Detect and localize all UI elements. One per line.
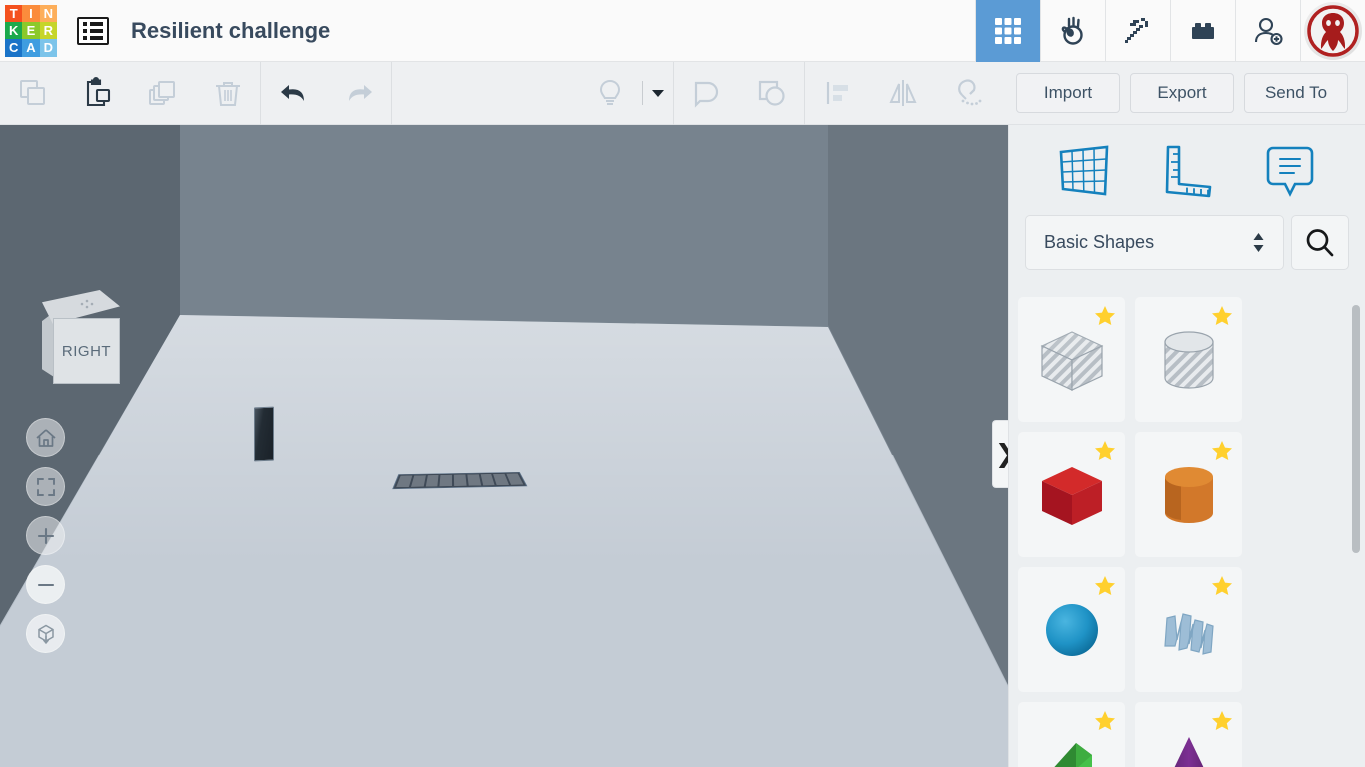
favorite-star-icon	[1095, 441, 1115, 460]
shape-hole-cylinder-thumbnail	[1149, 320, 1229, 400]
note-callout-icon[interactable]	[1250, 136, 1330, 206]
shapes-scroll-area[interactable]	[1009, 297, 1365, 767]
zoom-out-button[interactable]	[26, 565, 65, 604]
favorite-star-icon	[1212, 711, 1232, 730]
favorite-star-icon	[1212, 576, 1232, 595]
shape-cylinder-thumbnail	[1149, 455, 1229, 535]
workplane-grid-icon[interactable]	[1044, 136, 1124, 206]
minecraft-pickaxe-icon[interactable]	[1105, 0, 1170, 62]
chevron-updown-icon	[1252, 232, 1265, 253]
circuits-hand-icon[interactable]	[1040, 0, 1105, 62]
logo-tile-d: D	[39, 39, 57, 57]
logo-tile-r: R	[39, 21, 57, 40]
transform-group	[805, 62, 1000, 125]
group-shapes-icon[interactable]	[674, 62, 739, 125]
copy-button[interactable]	[0, 62, 65, 125]
scene-object-grate[interactable]	[392, 471, 528, 490]
favorite-star-icon	[1095, 711, 1115, 730]
logo-tile-c: C	[5, 39, 23, 57]
align-icon[interactable]	[805, 62, 870, 125]
shape-hole-cylinder[interactable]	[1135, 297, 1242, 422]
view-cube-front-face[interactable]: RIGHT	[53, 318, 120, 384]
ruler-icon[interactable]	[1147, 136, 1227, 206]
projection-toggle-button[interactable]	[26, 614, 65, 653]
clipboard-group	[0, 62, 260, 125]
history-group	[261, 62, 391, 125]
shapes-panel: Basic Shapes	[1008, 125, 1365, 767]
logo-tile-t: T	[5, 4, 23, 22]
favorite-star-icon	[1095, 306, 1115, 325]
zoom-in-button[interactable]	[26, 516, 65, 555]
shape-sphere-thumbnail	[1032, 590, 1112, 670]
favorite-star-icon	[1212, 306, 1232, 325]
viewport-controls	[26, 418, 65, 653]
page-title: Resilient challenge	[131, 17, 331, 43]
grouping-group	[674, 62, 804, 125]
shape-library-value: Basic Shapes	[1044, 232, 1155, 252]
logo-tile-n: N	[39, 4, 57, 22]
logo-tile-e: E	[22, 21, 40, 40]
shape-hole-box[interactable]	[1018, 297, 1125, 422]
tinkercad-app: TINKERCAD Resilient challenge Import Exp…	[0, 0, 1365, 767]
search-icon	[1306, 228, 1334, 256]
add-user-icon[interactable]	[1235, 0, 1300, 62]
project-actions: Import Export Send To	[1016, 73, 1365, 113]
3d-viewport[interactable]: RIGHT	[0, 125, 1008, 767]
export-button[interactable]: Export	[1130, 73, 1234, 113]
logo-tile-i: I	[22, 4, 40, 22]
import-button[interactable]: Import	[1016, 73, 1120, 113]
hint-group	[577, 62, 673, 125]
shape-scribble-thumbnail	[1149, 590, 1229, 670]
home-view-button[interactable]	[26, 418, 65, 457]
paste-button[interactable]	[65, 62, 130, 125]
logo-tile-k: K	[5, 21, 23, 40]
duplicate-button[interactable]	[130, 62, 195, 125]
panel-library-controls: Basic Shapes	[1009, 215, 1365, 270]
3d-designs-grid-icon[interactable]	[975, 0, 1040, 62]
magnet-icon[interactable]	[935, 62, 1000, 125]
send-to-button[interactable]: Send To	[1244, 73, 1348, 113]
trash-icon[interactable]	[195, 62, 260, 125]
caret-down-icon[interactable]	[643, 62, 673, 125]
favorite-star-icon	[1095, 576, 1115, 595]
tinkercad-logo[interactable]: TINKERCAD	[5, 4, 57, 57]
shape-sphere[interactable]	[1018, 567, 1125, 692]
shape-cone[interactable]	[1135, 702, 1242, 767]
mirror-flip-icon[interactable]	[870, 62, 935, 125]
favorite-star-icon	[1212, 441, 1232, 460]
shape-box[interactable]	[1018, 432, 1125, 557]
toolbar-divider	[391, 61, 392, 125]
shape-cylinder[interactable]	[1135, 432, 1242, 557]
redo-arrow-icon[interactable]	[326, 62, 391, 125]
logo-tile-a: A	[22, 39, 40, 57]
view-cube-orientation-marks	[80, 299, 94, 309]
view-cube[interactable]: RIGHT	[42, 290, 128, 384]
shapes-grid	[1018, 297, 1357, 767]
search-button[interactable]	[1291, 215, 1349, 270]
fit-to-view-button[interactable]	[26, 467, 65, 506]
shape-roof[interactable]	[1018, 702, 1125, 767]
ungroup-shapes-icon[interactable]	[739, 62, 804, 125]
edit-toolbar: Import Export Send To	[0, 61, 1365, 125]
shape-box-thumbnail	[1032, 455, 1112, 535]
list-menu-icon[interactable]	[77, 16, 109, 45]
header-nav-icons	[975, 0, 1365, 62]
user-avatar[interactable]	[1300, 0, 1365, 62]
avatar-image	[1304, 1, 1362, 60]
shape-hole-box-thumbnail	[1032, 320, 1112, 400]
top-header-bar: TINKERCAD Resilient challenge	[0, 0, 1365, 62]
panel-tab-row	[1009, 125, 1365, 217]
shapes-scrollbar[interactable]	[1352, 305, 1360, 553]
shape-scribble[interactable]	[1135, 567, 1242, 692]
lightbulb-icon[interactable]	[577, 62, 642, 125]
shape-library-select[interactable]: Basic Shapes	[1025, 215, 1284, 270]
scene-object-block[interactable]	[254, 406, 274, 462]
undo-arrow-icon[interactable]	[261, 62, 326, 125]
blocks-brick-icon[interactable]	[1170, 0, 1235, 62]
